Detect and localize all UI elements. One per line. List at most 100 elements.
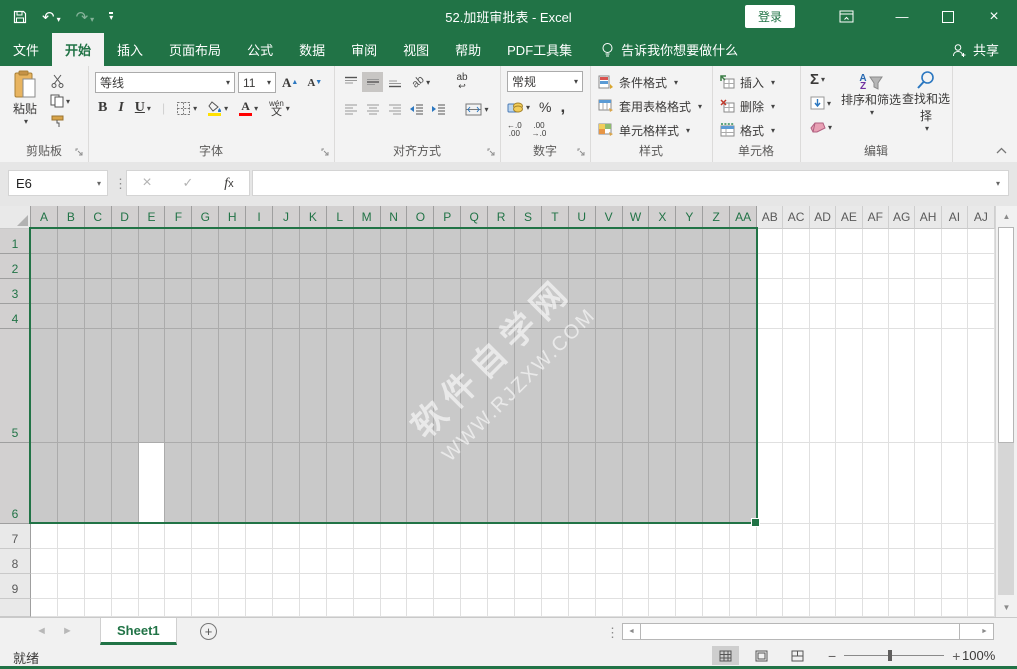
cell-AA8[interactable] [730,549,757,574]
cell-AJ1[interactable] [968,229,994,254]
scroll-up-icon[interactable]: ▲ [996,206,1017,226]
cell-N1[interactable] [381,229,408,254]
customize-qat-icon[interactable]: ▾ [109,12,113,21]
tab-review[interactable]: 审阅 [338,33,390,66]
collapse-ribbon-icon[interactable] [996,147,1007,154]
zoom-slider[interactable] [844,655,944,656]
sheet-tab-sheet1[interactable]: Sheet1 [100,618,177,645]
cell-A2[interactable] [31,254,58,279]
cell-AF4[interactable] [863,304,889,329]
cell-K3[interactable] [300,279,327,304]
cell-P2[interactable] [434,254,461,279]
delete-cells-button[interactable]: 删除 ▾ [720,95,775,117]
align-center-button[interactable] [362,99,383,119]
cell-AA9[interactable] [730,574,757,599]
cell-AI6[interactable] [942,443,968,524]
cell-U7[interactable] [569,524,596,549]
cell-AA6[interactable] [730,443,757,524]
tab-file[interactable]: 文件 [0,33,52,66]
cell-E3[interactable] [139,279,166,304]
font-name-dropdown-icon[interactable]: ▾ [226,78,230,87]
cell-B1[interactable] [58,229,85,254]
name-box[interactable]: E6 ▾ [8,170,108,196]
cell-U8[interactable] [569,549,596,574]
cell-H3[interactable] [219,279,246,304]
cell-B6[interactable] [58,443,85,524]
cell-AD1[interactable] [810,229,836,254]
column-header-AB[interactable]: AB [757,206,783,229]
increase-decimal-button[interactable]: ←.0.00 [507,122,522,138]
clipboard-dialog-launcher-icon[interactable] [75,148,84,157]
cell-AC2[interactable] [783,254,809,279]
cell-E5[interactable] [139,329,166,443]
cell-J6[interactable] [273,443,300,524]
cell-L[interactable] [327,599,354,617]
cell-M3[interactable] [354,279,381,304]
cell-styles-button[interactable]: 单元格样式 ▾ [598,119,690,141]
cell-R5[interactable] [488,329,515,443]
paste-dropdown-icon[interactable]: ▾ [7,117,45,126]
cell-X2[interactable] [649,254,676,279]
cell-AD6[interactable] [810,443,836,524]
cell-AF1[interactable] [863,229,889,254]
name-box-dropdown-icon[interactable]: ▾ [97,179,101,188]
page-layout-view-button[interactable] [748,646,775,665]
cell-M9[interactable] [354,574,381,599]
cell-W6[interactable] [623,443,650,524]
row-header-5[interactable]: 5 [0,329,31,443]
cell-B7[interactable] [58,524,85,549]
cell-F6[interactable] [165,443,192,524]
cell-J[interactable] [273,599,300,617]
cell-L2[interactable] [327,254,354,279]
cell-AJ4[interactable] [968,304,994,329]
cell-X5[interactable] [649,329,676,443]
cell-A[interactable] [31,599,58,617]
row-header-7[interactable]: 7 [0,524,31,549]
cell-F2[interactable] [165,254,192,279]
cell-K1[interactable] [300,229,327,254]
cell-H5[interactable] [219,329,246,443]
cell-K4[interactable] [300,304,327,329]
cell-E6[interactable] [139,443,166,524]
cell-C[interactable] [85,599,112,617]
cell-G6[interactable] [192,443,219,524]
cell-Y1[interactable] [676,229,703,254]
conditional-formatting-dropdown-icon[interactable]: ▾ [674,78,678,87]
find-select-button[interactable]: 查找和选择 ▾ [902,70,950,133]
cell-AC9[interactable] [783,574,809,599]
accounting-format-button[interactable]: ▾ [507,100,530,114]
orientation-button[interactable]: ab ▾ [406,72,436,92]
cell-AD2[interactable] [810,254,836,279]
cell-J1[interactable] [273,229,300,254]
cell-I[interactable] [246,599,273,617]
cell-K7[interactable] [300,524,327,549]
cell-V8[interactable] [596,549,623,574]
cell-AA1[interactable] [730,229,757,254]
cell-L4[interactable] [327,304,354,329]
cell-AF7[interactable] [863,524,889,549]
cell-S1[interactable] [515,229,542,254]
cell-AG6[interactable] [889,443,915,524]
cell-S9[interactable] [515,574,542,599]
cell-W1[interactable] [623,229,650,254]
column-header-Y[interactable]: Y [676,206,703,229]
cell-H[interactable] [219,599,246,617]
cell-D3[interactable] [112,279,139,304]
cell-F5[interactable] [165,329,192,443]
cell-R6[interactable] [488,443,515,524]
cell-G1[interactable] [192,229,219,254]
cell-AB[interactable] [757,599,783,617]
cell-H6[interactable] [219,443,246,524]
column-header-W[interactable]: W [623,206,650,229]
cell-D2[interactable] [112,254,139,279]
cell-N6[interactable] [381,443,408,524]
cell-D8[interactable] [112,549,139,574]
copy-button[interactable]: ▾ [50,94,70,108]
cell-O7[interactable] [407,524,434,549]
cell-X[interactable] [649,599,676,617]
cell-T5[interactable] [542,329,569,443]
cell-D9[interactable] [112,574,139,599]
cell-L8[interactable] [327,549,354,574]
cell-AC7[interactable] [783,524,809,549]
accounting-dropdown-icon[interactable]: ▾ [526,103,530,112]
